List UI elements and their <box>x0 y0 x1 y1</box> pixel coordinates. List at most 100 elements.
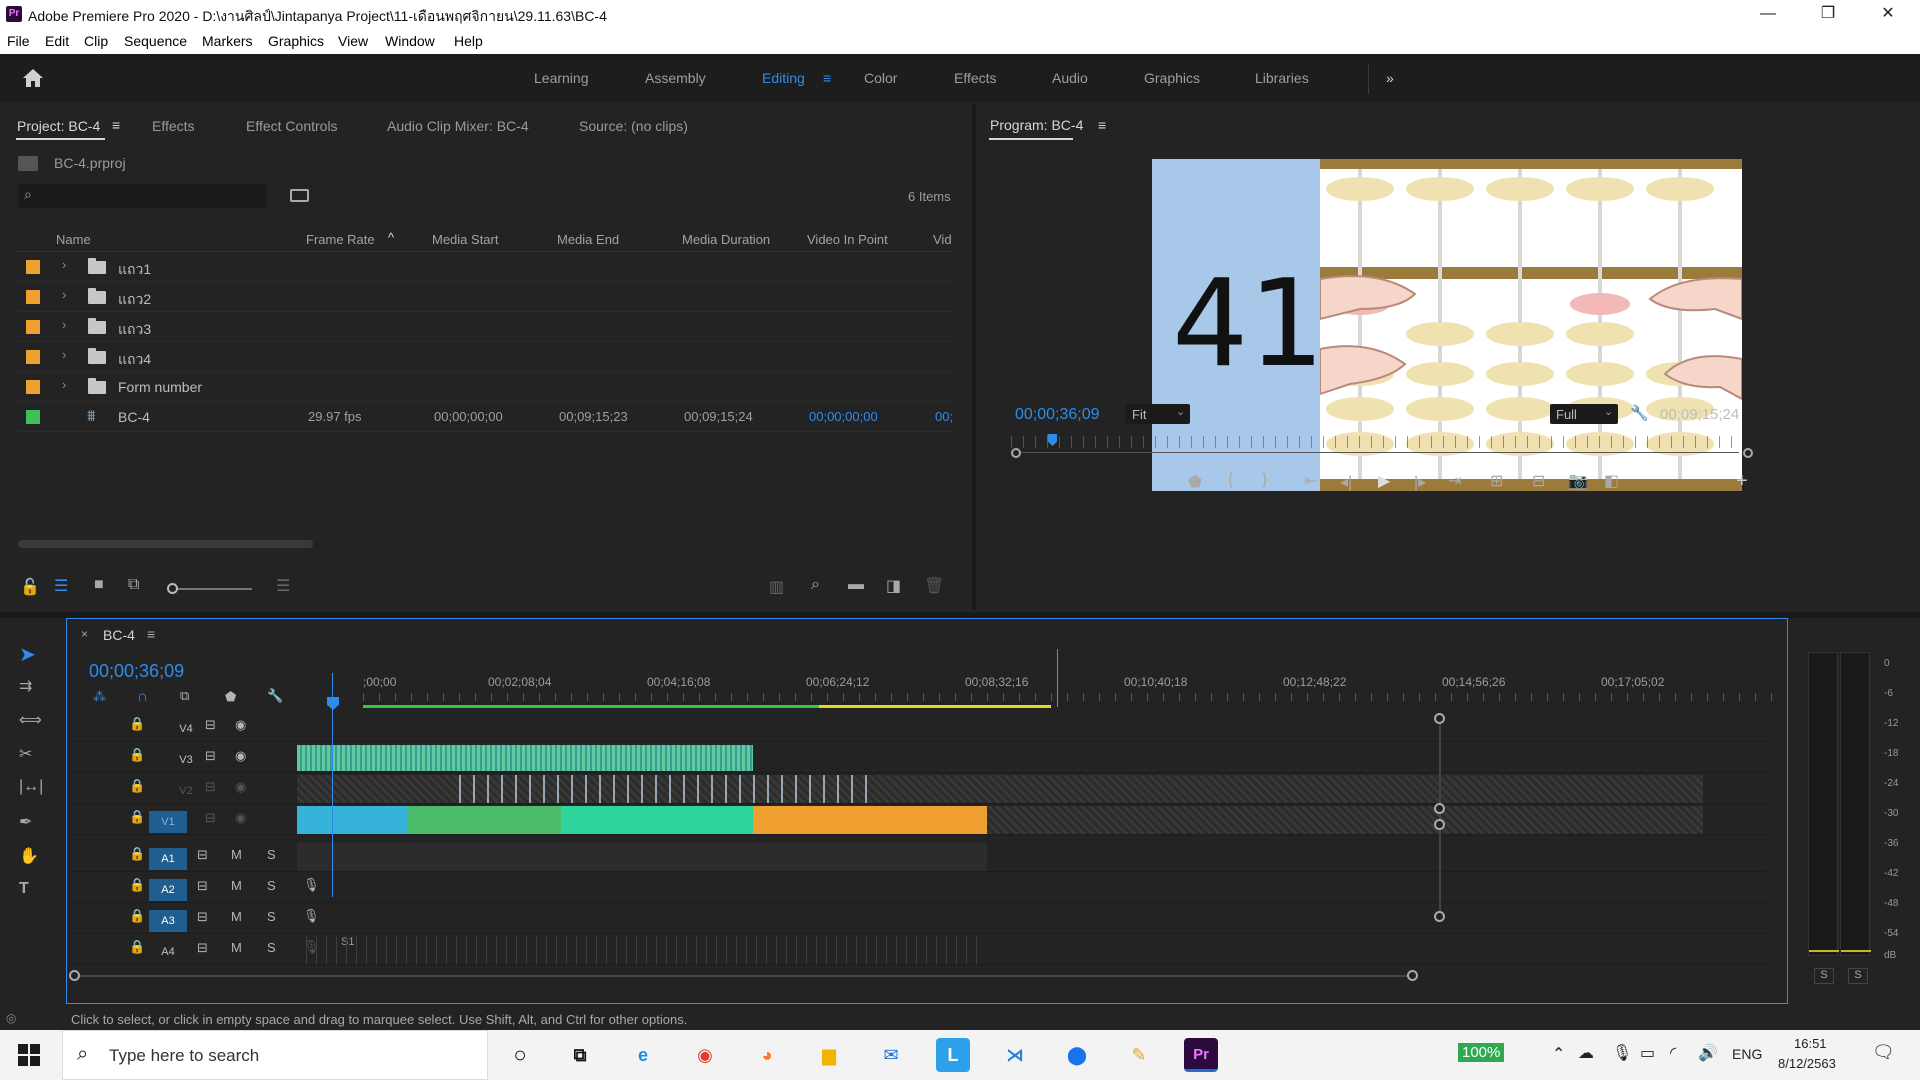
expand-chevron-icon[interactable]: › <box>62 377 66 392</box>
panel-menu-icon[interactable]: ≡ <box>112 117 120 133</box>
clip-v3[interactable] <box>297 745 753 771</box>
label-color-swatch[interactable] <box>26 260 40 274</box>
list-item[interactable]: › แถว2 <box>18 282 954 312</box>
hand-tool-icon[interactable]: ✋ <box>19 846 39 866</box>
sync-lock-icon[interactable]: ⊟ <box>197 878 208 894</box>
quality-dropdown[interactable]: Full ⌄ <box>1550 404 1618 424</box>
close-sequence-icon[interactable]: × <box>81 627 88 641</box>
maps-pin-icon[interactable]: ⬤ <box>1060 1038 1094 1072</box>
battery-icon[interactable]: ▭ <box>1640 1043 1655 1063</box>
mute-button[interactable]: M <box>231 909 242 924</box>
snap-magnet-icon[interactable]: ∩ <box>137 688 148 705</box>
eye-icon[interactable]: ◉ <box>235 810 246 826</box>
clip-v1-teal[interactable] <box>561 806 753 834</box>
video-in-point-value[interactable]: 00;00;00;00 <box>809 409 878 424</box>
vid-value[interactable]: 00; <box>935 409 953 424</box>
close-button[interactable]: ✕ <box>1868 2 1908 26</box>
file-explorer-icon[interactable]: ▆ <box>812 1038 846 1072</box>
workspace-graphics[interactable]: Graphics <box>1144 70 1200 86</box>
timeline-playhead[interactable] <box>327 697 339 710</box>
menu-view[interactable]: View <box>338 33 368 49</box>
microphone-tray-icon[interactable]: 🎙 <box>1612 1043 1632 1063</box>
label-color-swatch[interactable] <box>26 350 40 364</box>
play-icon[interactable]: ▶ <box>1378 471 1390 491</box>
taskbar-search-box[interactable]: ⌕ Type here to search <box>62 1030 488 1080</box>
lock-icon[interactable]: 🔒 <box>129 778 145 794</box>
eye-icon[interactable]: ◉ <box>235 717 246 733</box>
clip-v1-cyan[interactable] <box>297 806 407 834</box>
tab-source[interactable]: Source: (no clips) <box>579 118 688 134</box>
firefox-browser-icon[interactable]: ◕ <box>750 1038 784 1072</box>
list-item[interactable]: › แถว4 <box>18 342 954 372</box>
eye-icon[interactable]: ◉ <box>235 748 246 764</box>
add-marker-icon[interactable]: ⬟ <box>225 689 236 705</box>
zoom-slider[interactable] <box>167 583 252 594</box>
program-monitor-title[interactable]: Program: BC-4 <box>990 117 1083 133</box>
add-marker-icon[interactable]: ⬟ <box>1188 472 1202 492</box>
export-frame-camera-icon[interactable]: 📷 <box>1568 471 1588 491</box>
mute-button[interactable]: M <box>231 878 242 893</box>
workspace-effects[interactable]: Effects <box>954 70 997 86</box>
tab-effects[interactable]: Effects <box>152 118 195 134</box>
column-video-in-point[interactable]: Video In Point <box>807 232 888 247</box>
menu-markers[interactable]: Markers <box>202 33 253 49</box>
sync-lock-icon[interactable]: ⊟ <box>197 940 208 956</box>
fit-dropdown[interactable]: Fit ⌄ <box>1126 404 1190 424</box>
menu-edit[interactable]: Edit <box>45 33 69 49</box>
icon-view-icon[interactable]: ■ <box>94 576 104 594</box>
list-item[interactable]: ⩩ BC-4 29.97 fps 00;00;00;00 00;09;15;23… <box>18 402 954 432</box>
column-media-start[interactable]: Media Start <box>432 232 498 247</box>
vscroll-handle[interactable] <box>1434 713 1445 724</box>
sync-lock-icon[interactable]: ⊟ <box>205 717 216 733</box>
pen-tool-icon[interactable]: ✒ <box>19 812 32 832</box>
settings-wrench-icon[interactable]: 🔧 <box>1630 404 1649 422</box>
microphone-icon[interactable]: 🎙 <box>303 908 320 924</box>
clip-a1[interactable] <box>297 843 987 871</box>
windows-start-icon[interactable] <box>18 1044 40 1066</box>
panel-menu-icon[interactable]: ≡ <box>147 626 155 642</box>
timeline-timecode[interactable]: 00;00;36;09 <box>89 661 184 682</box>
solo-button[interactable]: S <box>267 909 276 924</box>
lock-icon[interactable]: 🔒 <box>129 809 145 825</box>
sync-lock-icon[interactable]: ⊟ <box>197 847 208 863</box>
solo-left-button[interactable]: S <box>1814 968 1834 984</box>
microphone-icon[interactable]: 🎙 <box>303 877 320 893</box>
column-name[interactable]: Name <box>56 232 91 247</box>
zoom-handle-right[interactable] <box>1743 448 1753 458</box>
workspace-color[interactable]: Color <box>864 70 897 86</box>
program-ruler[interactable] <box>1011 436 1739 448</box>
label-color-swatch[interactable] <box>26 320 40 334</box>
linked-selection-icon[interactable]: ⧉ <box>180 688 189 704</box>
list-view-icon[interactable]: ☰ <box>54 576 68 596</box>
column-media-duration[interactable]: Media Duration <box>682 232 770 247</box>
input-language[interactable]: ENG <box>1732 1046 1762 1062</box>
timeline-settings-wrench-icon[interactable]: 🔧 <box>267 688 283 704</box>
go-to-in-icon[interactable]: ⇤ <box>1304 471 1317 491</box>
slip-tool-icon[interactable]: |↔| <box>19 778 43 796</box>
track-select-tool-icon[interactable]: ⇉ <box>19 676 32 696</box>
lock-icon[interactable]: 🔒 <box>129 908 145 924</box>
mute-button[interactable]: M <box>231 940 242 955</box>
list-item[interactable]: › แถว3 <box>18 312 954 342</box>
zoom-handle-left[interactable] <box>1011 448 1021 458</box>
selection-tool-icon[interactable]: ➤ <box>19 642 36 667</box>
track-name[interactable]: A1 <box>149 848 187 870</box>
track-name[interactable]: A4 <box>149 941 187 963</box>
track-name[interactable]: V4 <box>167 718 205 740</box>
vscode-icon[interactable]: ⋊ <box>998 1038 1032 1072</box>
workspace-menu-icon[interactable]: ≡ <box>823 70 831 86</box>
mark-in-icon[interactable]: { <box>1228 471 1233 489</box>
mark-out-icon[interactable]: } <box>1262 471 1267 489</box>
lock-icon[interactable]: 🔓 <box>20 577 40 597</box>
new-search-bin-icon[interactable] <box>290 189 309 202</box>
lock-icon[interactable]: 🔒 <box>129 877 145 893</box>
vscroll-handle[interactable] <box>1434 803 1445 814</box>
solo-button[interactable]: S <box>267 847 276 862</box>
column-media-end[interactable]: Media End <box>557 232 619 247</box>
menu-file[interactable]: File <box>7 33 30 49</box>
ripple-edit-tool-icon[interactable]: ⟺ <box>19 710 42 730</box>
vscroll-handle[interactable] <box>1434 819 1445 830</box>
column-frame-rate[interactable]: Frame Rate <box>306 232 375 247</box>
sort-ascending-icon[interactable]: ^ <box>388 230 394 245</box>
add-button-icon[interactable]: + <box>1736 470 1748 493</box>
